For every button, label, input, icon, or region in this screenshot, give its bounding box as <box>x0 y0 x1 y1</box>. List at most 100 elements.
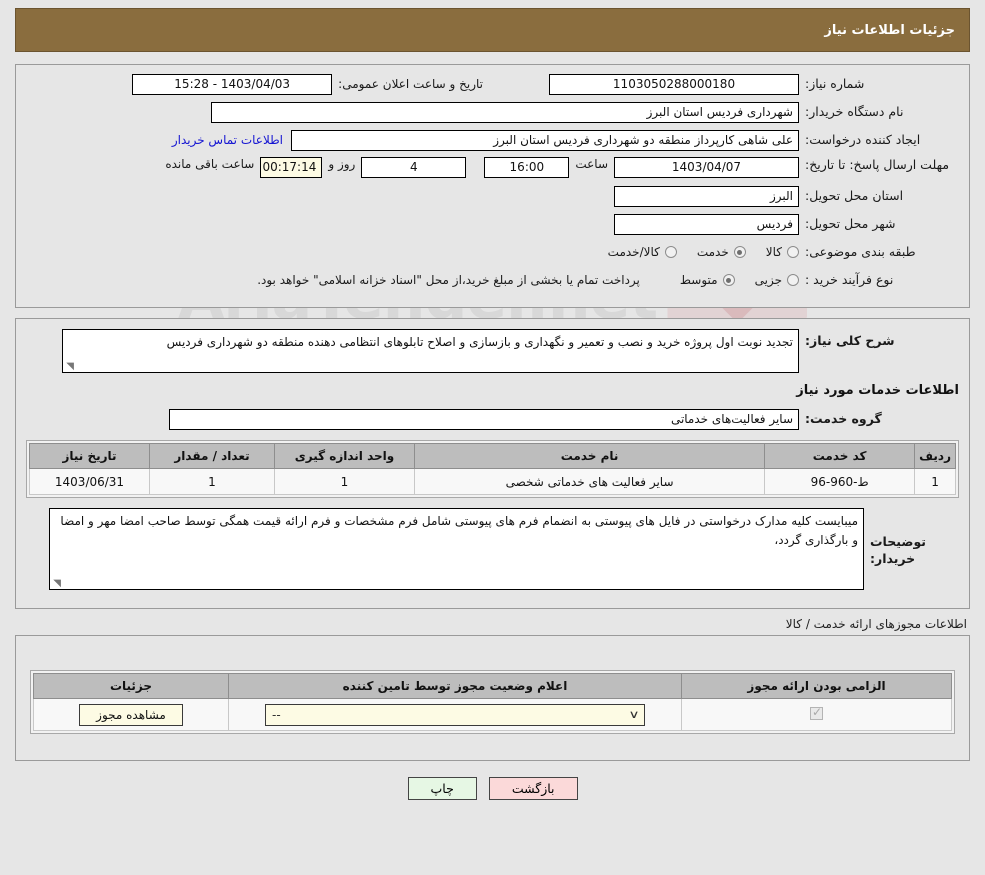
need-info-panel: شماره نیاز: 1103050288000180 تاریخ و ساع… <box>15 64 970 308</box>
hour-label: ساعت <box>575 157 608 171</box>
buyer-notes-label: توضیحات خریدار: <box>870 534 926 566</box>
cell-permit-status: ∨ -- <box>228 698 682 731</box>
province-label: استان محل تحویل: <box>805 187 904 203</box>
col-permit-status: اعلام وضعیت مجوز توسط تامین کننده <box>228 673 682 699</box>
permits-panel: الزامی بودن ارائه مجوز اعلام وضعیت مجوز … <box>15 635 970 761</box>
buyer-notes-value: میبایست کلیه مدارک درخواستی در فایل های … <box>60 514 858 547</box>
buyer-contact-link[interactable]: اطلاعات تماس خریدار <box>164 133 291 147</box>
col-code: کد خدمت <box>764 443 916 469</box>
need-number-label: شماره نیاز: <box>805 75 865 91</box>
buyer-org-value: شهرداری فردیس استان البرز <box>211 101 799 123</box>
col-index: ردیف <box>914 443 956 469</box>
cell-permit-required <box>681 698 952 731</box>
view-permit-button[interactable]: مشاهده مجوز <box>79 703 183 726</box>
province-value: البرز <box>614 185 799 207</box>
table-row: ∨ -- مشاهده مجوز <box>33 698 952 731</box>
radio-circle-icon <box>787 246 799 258</box>
process-option-label: متوسط <box>679 273 718 287</box>
back-button[interactable]: بازگشت <box>488 777 578 800</box>
buyer-notes-textarea[interactable]: میبایست کلیه مدارک درخواستی در فایل های … <box>49 508 864 590</box>
row-service-group: گروه خدمت: سایر فعالیت‌های خدماتی <box>26 408 959 430</box>
chevron-down-icon: ∨ <box>628 707 640 721</box>
cell-unit: 1 <box>274 468 415 495</box>
process-option-label: جزیی <box>754 273 782 287</box>
row-description: شرح کلی نیاز: تجدید نوبت اول پروژه خرید … <box>26 329 959 373</box>
need-number-value: 1103050288000180 <box>549 73 799 95</box>
row-creator: ایجاد کننده درخواست: علی شاهی کارپرداز م… <box>26 129 959 151</box>
description-value: تجدید نوبت اول پروژه خرید و نصب و تعمیر … <box>166 335 793 349</box>
radio-circle-icon <box>733 246 746 258</box>
cell-date: 1403/06/31 <box>29 468 150 495</box>
days-remaining: 4 <box>361 157 467 178</box>
category-option-label: خدمت <box>696 245 729 259</box>
radio-circle-icon <box>722 274 735 286</box>
service-group-value: سایر فعالیت‌های خدماتی <box>169 408 799 430</box>
services-table: ردیف کد خدمت نام خدمت واحد اندازه گیری ت… <box>29 443 956 495</box>
row-buyer-org: نام دستگاه خریدار: شهرداری فردیس استان ا… <box>26 101 959 123</box>
deadline-time: 16:00 <box>484 157 570 178</box>
deadline-date: 1403/04/07 <box>614 157 799 178</box>
category-label: طبقه بندی موضوعی: <box>805 243 916 259</box>
description-services-panel: شرح کلی نیاز: تجدید نوبت اول پروژه خرید … <box>15 318 970 609</box>
buyer-org-label: نام دستگاه خریدار: <box>805 103 904 119</box>
col-unit: واحد اندازه گیری <box>274 443 415 469</box>
row-need-number: شماره نیاز: 1103050288000180 تاریخ و ساع… <box>26 73 959 95</box>
resize-grip-icon[interactable]: ◥ <box>65 362 74 372</box>
col-permit-required: الزامی بودن ارائه مجوز <box>681 673 952 699</box>
row-category: طبقه بندی موضوعی: کالا خدمت کالا/خدمت <box>26 241 959 263</box>
process-label: نوع فرآیند خرید : <box>805 271 894 287</box>
radio-process-jozei[interactable]: جزیی <box>755 273 799 287</box>
deadline-label: مهلت ارسال پاسخ: تا تاریخ: <box>805 157 950 172</box>
radio-circle-icon <box>787 274 799 286</box>
category-option-label: کالا/خدمت <box>607 245 660 259</box>
service-group-label: گروه خدمت: <box>805 410 882 426</box>
permits-table-container: الزامی بودن ارائه مجوز اعلام وضعیت مجوز … <box>30 670 955 734</box>
permits-outer-label: اطلاعات مجوزهای ارائه خدمت / کالا <box>785 617 967 631</box>
process-note: پرداخت تمام یا بخشی از مبلغ خرید،از محل … <box>257 273 640 287</box>
col-name: نام خدمت <box>413 443 766 469</box>
city-label: شهر محل تحویل: <box>805 215 896 231</box>
announce-value: 1403/04/03 - 15:28 <box>132 73 333 95</box>
radio-process-motevaset[interactable]: متوسط <box>680 273 735 287</box>
table-row: 1 ط-960-96 سایر فعالیت های خدماتی شخصی 1… <box>29 468 956 495</box>
services-table-header-row: ردیف کد خدمت نام خدمت واحد اندازه گیری ت… <box>29 443 956 469</box>
radio-category-khedmat[interactable]: خدمت <box>697 245 746 259</box>
col-quantity: تعداد / مقدار <box>149 443 275 469</box>
permit-status-dropdown[interactable]: ∨ -- <box>265 703 645 726</box>
permit-required-checkbox <box>810 705 823 720</box>
radio-category-kala[interactable]: کالا <box>766 245 799 259</box>
print-button[interactable]: چاپ <box>407 777 477 800</box>
remaining-word-label: ساعت باقی مانده <box>165 157 255 171</box>
cell-index: 1 <box>914 468 956 495</box>
permits-table: الزامی بودن ارائه مجوز اعلام وضعیت مجوز … <box>33 673 952 731</box>
page-title: جزئیات اطلاعات نیاز <box>824 22 955 38</box>
days-word-label: روز و <box>328 157 356 171</box>
row-province: استان محل تحویل: البرز <box>26 185 959 207</box>
cell-code: ط-960-96 <box>764 468 916 495</box>
cell-quantity: 1 <box>149 468 275 495</box>
services-table-container: ردیف کد خدمت نام خدمت واحد اندازه گیری ت… <box>26 440 959 498</box>
footer-actions: بازگشت چاپ <box>0 777 985 800</box>
category-option-label: کالا <box>765 245 782 259</box>
col-permit-details: جزئیات <box>33 673 229 699</box>
row-deadline: مهلت ارسال پاسخ: تا تاریخ: 1403/04/07 سا… <box>26 157 959 179</box>
permit-status-value: -- <box>272 707 281 722</box>
row-buyer-notes: توضیحات خریدار: میبایست کلیه مدارک درخوا… <box>26 508 959 590</box>
countdown-timer: 00:17:14 <box>260 157 323 178</box>
col-date: تاریخ نیاز <box>29 443 150 469</box>
announce-label: تاریخ و ساعت اعلان عمومی: <box>338 77 483 91</box>
creator-value: علی شاهی کارپرداز منطقه دو شهرداری فردیس… <box>291 129 799 151</box>
resize-grip-icon[interactable]: ◥ <box>52 579 61 589</box>
cell-permit-details: مشاهده مجوز <box>33 698 229 731</box>
description-label: شرح کلی نیاز: <box>805 333 895 348</box>
description-textarea[interactable]: تجدید نوبت اول پروژه خرید و نصب و تعمیر … <box>62 329 799 373</box>
cell-name: سایر فعالیت های خدماتی شخصی <box>413 468 766 495</box>
radio-circle-icon <box>664 246 677 258</box>
row-city: شهر محل تحویل: فردیس <box>26 213 959 235</box>
permits-table-header-row: الزامی بودن ارائه مجوز اعلام وضعیت مجوز … <box>33 673 952 699</box>
row-purchase-process: نوع فرآیند خرید : جزیی متوسط پرداخت تمام… <box>26 269 959 291</box>
city-value: فردیس <box>614 213 799 235</box>
creator-label: ایجاد کننده درخواست: <box>805 131 921 147</box>
radio-category-kala-khedmat[interactable]: کالا/خدمت <box>608 245 677 259</box>
page-header: جزئیات اطلاعات نیاز <box>15 8 970 52</box>
